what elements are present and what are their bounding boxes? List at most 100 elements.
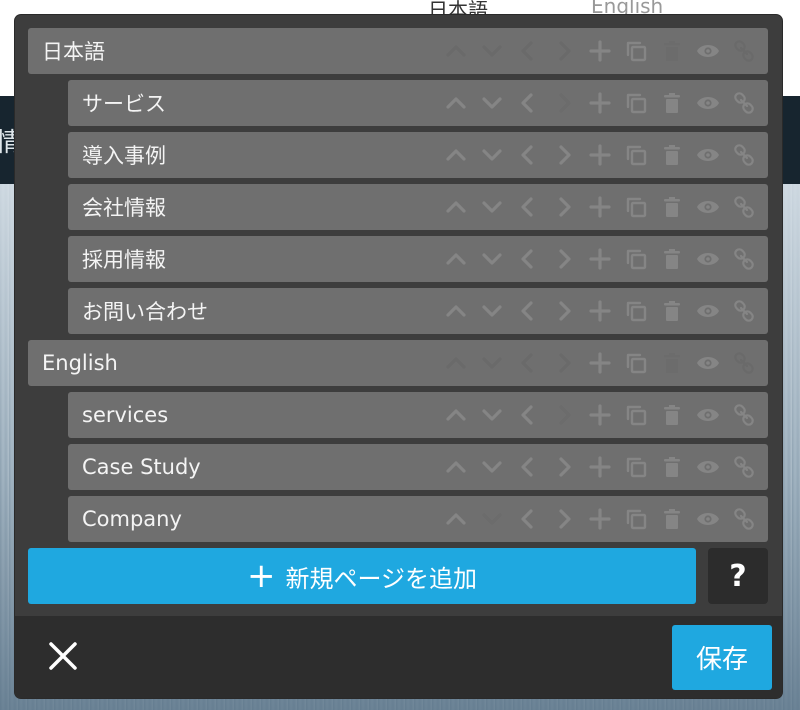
duplicate-button[interactable] <box>618 241 654 277</box>
help-button[interactable]: ? <box>708 548 768 604</box>
move-up-button[interactable] <box>438 293 474 329</box>
move-up-button[interactable] <box>438 397 474 433</box>
move-down-button[interactable] <box>474 85 510 121</box>
delete-button[interactable] <box>654 137 690 173</box>
indent-button[interactable] <box>546 449 582 485</box>
delete-button[interactable] <box>654 397 690 433</box>
duplicate-button[interactable] <box>618 345 654 381</box>
page-row[interactable]: お問い合わせ <box>68 288 768 334</box>
delete-button[interactable] <box>654 501 690 537</box>
add-button[interactable] <box>582 85 618 121</box>
plus-icon <box>589 300 611 322</box>
visibility-button[interactable] <box>690 397 726 433</box>
language-row[interactable]: 日本語 <box>28 28 768 74</box>
page-row[interactable]: サービス <box>68 80 768 126</box>
move-up-button[interactable] <box>438 85 474 121</box>
duplicate-button[interactable] <box>618 501 654 537</box>
duplicate-button[interactable] <box>618 397 654 433</box>
indent-button <box>546 85 582 121</box>
chevron-left-icon <box>521 145 533 165</box>
indent-button[interactable] <box>546 501 582 537</box>
link-button[interactable] <box>726 449 762 485</box>
link-button[interactable] <box>726 501 762 537</box>
move-down-button[interactable] <box>474 189 510 225</box>
delete-button[interactable] <box>654 241 690 277</box>
page-row[interactable]: 採用情報 <box>68 236 768 282</box>
delete-button[interactable] <box>654 189 690 225</box>
visibility-button[interactable] <box>690 137 726 173</box>
move-down-button[interactable] <box>474 397 510 433</box>
link-button[interactable] <box>726 137 762 173</box>
add-button[interactable] <box>582 345 618 381</box>
outdent-button[interactable] <box>510 189 546 225</box>
link-button[interactable] <box>726 241 762 277</box>
link-button[interactable] <box>726 397 762 433</box>
visibility-button[interactable] <box>690 501 726 537</box>
link-button[interactable] <box>726 293 762 329</box>
move-down-button[interactable] <box>474 137 510 173</box>
indent-button[interactable] <box>546 241 582 277</box>
language-row[interactable]: English <box>28 340 768 386</box>
move-up-button <box>438 345 474 381</box>
chevron-up-icon <box>446 513 466 525</box>
outdent-button[interactable] <box>510 293 546 329</box>
delete-button[interactable] <box>654 293 690 329</box>
visibility-button[interactable] <box>690 449 726 485</box>
add-button[interactable] <box>582 293 618 329</box>
duplicate-button[interactable] <box>618 189 654 225</box>
move-down-button[interactable] <box>474 241 510 277</box>
move-up-button[interactable] <box>438 137 474 173</box>
duplicate-button[interactable] <box>618 137 654 173</box>
move-up-button[interactable] <box>438 241 474 277</box>
add-button[interactable] <box>582 397 618 433</box>
link-button[interactable] <box>726 189 762 225</box>
visibility-button[interactable] <box>690 33 726 69</box>
outdent-button[interactable] <box>510 137 546 173</box>
move-up-button[interactable] <box>438 189 474 225</box>
delete-button[interactable] <box>654 85 690 121</box>
copy-icon <box>626 353 647 374</box>
delete-button[interactable] <box>654 449 690 485</box>
chevron-right-icon <box>559 93 571 113</box>
copy-icon <box>626 93 647 114</box>
visibility-button[interactable] <box>690 241 726 277</box>
page-row[interactable]: Company <box>68 496 768 542</box>
add-button[interactable] <box>582 137 618 173</box>
indent-button[interactable] <box>546 189 582 225</box>
outdent-button[interactable] <box>510 501 546 537</box>
add-button[interactable] <box>582 449 618 485</box>
eye-icon <box>697 149 719 161</box>
visibility-button[interactable] <box>690 189 726 225</box>
add-button[interactable] <box>582 33 618 69</box>
page-row[interactable]: 導入事例 <box>68 132 768 178</box>
add-button[interactable] <box>582 241 618 277</box>
visibility-button[interactable] <box>690 85 726 121</box>
page-row[interactable]: services <box>68 392 768 438</box>
visibility-button[interactable] <box>690 345 726 381</box>
close-button[interactable] <box>45 638 81 674</box>
outdent-button[interactable] <box>510 449 546 485</box>
duplicate-button[interactable] <box>618 293 654 329</box>
page-label: 採用情報 <box>82 248 166 272</box>
move-up-button[interactable] <box>438 501 474 537</box>
visibility-button[interactable] <box>690 293 726 329</box>
link-button[interactable] <box>726 85 762 121</box>
outdent-button[interactable] <box>510 85 546 121</box>
page-row[interactable]: 会社情報 <box>68 184 768 230</box>
duplicate-button[interactable] <box>618 449 654 485</box>
save-button[interactable]: 保存 <box>672 625 772 690</box>
add-page-button[interactable]: + 新規ページを追加 <box>28 548 696 604</box>
chevron-down-icon <box>482 149 502 161</box>
move-down-button[interactable] <box>474 293 510 329</box>
duplicate-button[interactable] <box>618 85 654 121</box>
indent-button[interactable] <box>546 137 582 173</box>
add-button[interactable] <box>582 501 618 537</box>
outdent-button[interactable] <box>510 241 546 277</box>
outdent-button[interactable] <box>510 397 546 433</box>
page-row[interactable]: Case Study <box>68 444 768 490</box>
duplicate-button[interactable] <box>618 33 654 69</box>
move-down-button[interactable] <box>474 449 510 485</box>
move-up-button[interactable] <box>438 449 474 485</box>
indent-button[interactable] <box>546 293 582 329</box>
add-button[interactable] <box>582 189 618 225</box>
